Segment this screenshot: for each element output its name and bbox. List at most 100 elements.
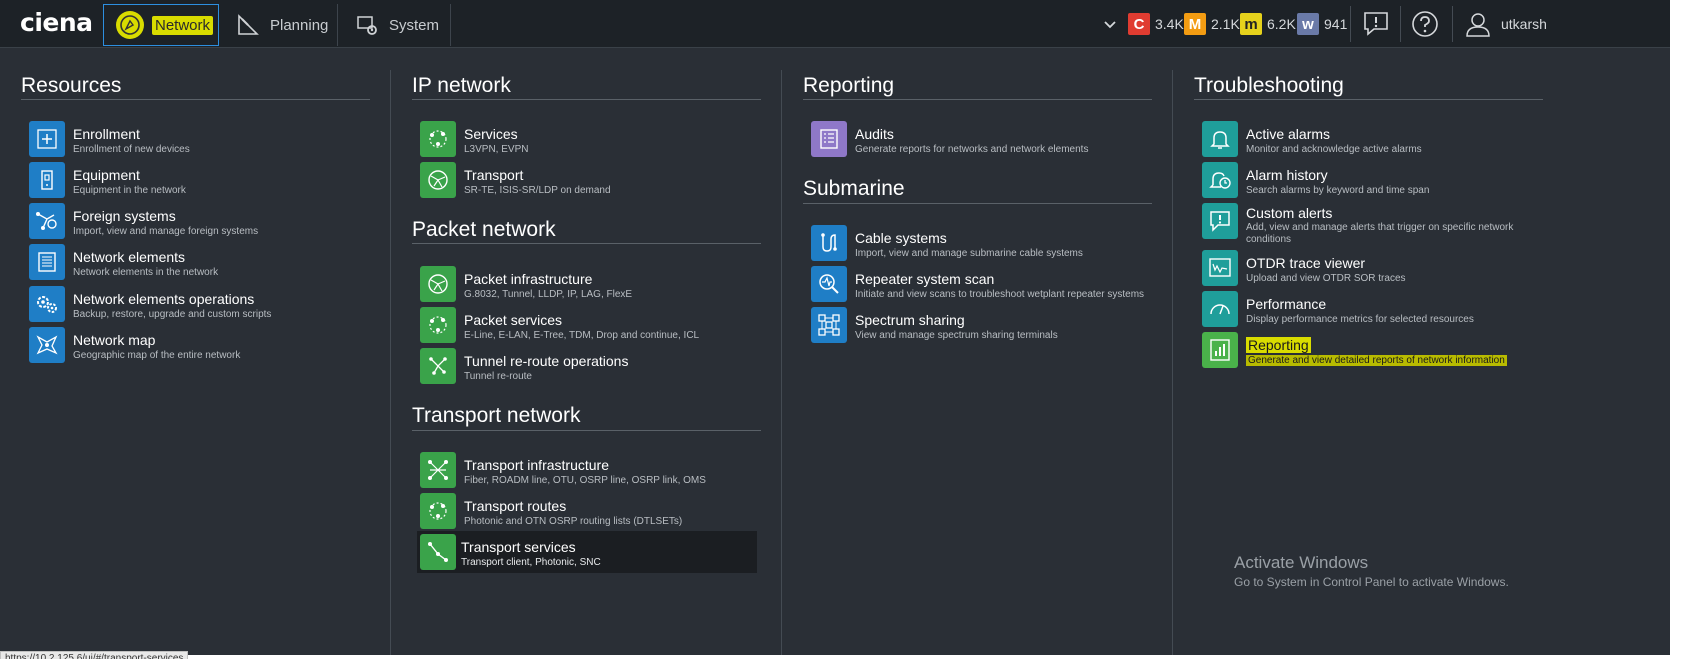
- menu-item-otdr-trace-viewer[interactable]: OTDR trace viewer Upload and view OTDR S…: [1202, 250, 1552, 290]
- tab-network[interactable]: Network: [103, 4, 219, 46]
- section-title-packet-network: Packet network: [412, 218, 556, 241]
- user-menu[interactable]: utkarsh: [1465, 0, 1547, 48]
- menu-item-ip-transport[interactable]: Transport SR-TE, ISIS-SR/LDP on demand: [420, 162, 770, 202]
- menu-item-cable-systems[interactable]: Cable systems Import, view and manage su…: [811, 225, 1161, 265]
- app-window: ciena Network Planning System C 3.4K M 2…: [0, 0, 1670, 655]
- user-name: utkarsh: [1501, 16, 1547, 32]
- section-title-submarine: Submarine: [803, 177, 905, 200]
- help-button[interactable]: [1411, 0, 1439, 48]
- menu-item-title: Cable systems: [855, 230, 947, 246]
- menu-item-title: Transport routes: [464, 498, 567, 514]
- status-url: https://10.2.125.6/ui/#/transport-servic…: [0, 651, 189, 659]
- scan-icon: [811, 266, 847, 302]
- tab-planning-label: Planning: [270, 16, 329, 34]
- user-icon: [1465, 11, 1491, 37]
- menu-item-title: OTDR trace viewer: [1246, 255, 1366, 271]
- menu-item-transport-infrastructure[interactable]: Transport infrastructure Fiber, ROADM li…: [420, 452, 770, 492]
- menu-item-title: Network map: [73, 332, 156, 348]
- minor-count: 6.2K: [1267, 16, 1296, 32]
- message-alert-icon: [1362, 10, 1390, 38]
- menu-item-subtitle: Fiber, ROADM line, OTU, OSRP line, OSRP …: [464, 475, 706, 486]
- menu-item-subtitle: L3VPN, EVPN: [464, 144, 529, 155]
- tab-network-label: Network: [152, 15, 214, 35]
- menu-item-title: Foreign systems: [73, 208, 176, 224]
- menu-item-network-map[interactable]: Network map Geographic map of the entire…: [29, 327, 379, 367]
- menu-item-title: Network elements operations: [73, 291, 255, 307]
- gears-icon: [29, 286, 65, 322]
- menu-item-subtitle: Add, view and manage alerts that trigger…: [1246, 222, 1514, 233]
- menu-item-custom-alerts[interactable]: Custom alerts Add, view and manage alert…: [1202, 203, 1552, 245]
- menu-item-subtitle: Monitor and acknowledge active alarms: [1246, 144, 1422, 155]
- minor-badge: m: [1240, 13, 1262, 35]
- menu-item-network-elements-operations[interactable]: Network elements operations Backup, rest…: [29, 286, 379, 326]
- notifications-button[interactable]: [1362, 0, 1390, 48]
- menu-item-enrollment[interactable]: Enrollment Enrollment of new devices: [29, 121, 379, 161]
- network-map-icon: [29, 327, 65, 363]
- menu-item-title: Alarm history: [1246, 167, 1328, 183]
- menu-item-subtitle: Photonic and OTN OSRP routing lists (DTL…: [464, 516, 683, 527]
- menu-item-troubleshooting-reporting[interactable]: Reporting Generate and view detailed rep…: [1202, 332, 1552, 372]
- menu-item-active-alarms[interactable]: Active alarms Monitor and acknowledge ac…: [1202, 121, 1552, 161]
- menu-item-title: Reporting: [1246, 337, 1311, 353]
- menu-item-title: Packet services: [464, 312, 563, 328]
- menu-item-transport-services[interactable]: Transport services Transport client, Pho…: [417, 531, 757, 573]
- menu-item-ip-services[interactable]: Services L3VPN, EVPN: [420, 121, 770, 161]
- services-icon: [420, 307, 456, 343]
- menu-item-alarm-history[interactable]: Alarm history Search alarms by keyword a…: [1202, 162, 1552, 202]
- section-title-ip-network: IP network: [412, 74, 511, 97]
- menu-item-subtitle: Initiate and view scans to troubleshoot …: [855, 289, 1145, 300]
- warning-badge: w: [1297, 13, 1319, 35]
- route-line-icon: [420, 534, 456, 570]
- menu-item-performance[interactable]: Performance Display performance metrics …: [1202, 291, 1552, 331]
- menu-item-transport-routes[interactable]: Transport routes Photonic and OTN OSRP r…: [420, 493, 770, 533]
- alarm-warning[interactable]: w 941: [1297, 0, 1347, 48]
- menu-item-packet-infrastructure[interactable]: Packet infrastructure G.8032, Tunnel, LL…: [420, 266, 770, 306]
- section-title-troubleshooting: Troubleshooting: [1194, 74, 1344, 97]
- menu-item-network-elements[interactable]: Network elements Network elements in the…: [29, 244, 379, 284]
- menu-item-tunnel-reroute[interactable]: Tunnel re-route operations Tunnel re-rou…: [420, 348, 770, 388]
- menu-item-subtitle: Backup, restore, upgrade and custom scri…: [73, 309, 272, 320]
- major-count: 2.1K: [1211, 16, 1240, 32]
- menu-item-title: Enrollment: [73, 126, 140, 142]
- audit-checklist-icon: [811, 121, 847, 157]
- menu-item-foreign-systems[interactable]: Foreign systems Import, view and manage …: [29, 203, 379, 243]
- globe-icon: [420, 266, 456, 302]
- activation-watermark-text: Go to System in Control Panel to activat…: [1234, 575, 1509, 589]
- alarm-critical[interactable]: C 3.4K: [1128, 0, 1184, 48]
- menu-item-subtitle: Network elements in the network: [73, 267, 219, 278]
- bell-icon: [1202, 121, 1238, 157]
- menu-item-title: Active alarms: [1246, 126, 1331, 142]
- menu-item-title: Audits: [855, 126, 894, 142]
- tab-planning[interactable]: Planning: [222, 4, 338, 46]
- menu-item-packet-services[interactable]: Packet services E-Line, E-LAN, E-Tree, T…: [420, 307, 770, 347]
- services-icon: [420, 493, 456, 529]
- menu-item-spectrum-sharing[interactable]: Spectrum sharing View and manage spectru…: [811, 307, 1161, 347]
- tab-system[interactable]: System: [341, 4, 451, 46]
- menu-item-repeater-system-scan[interactable]: Repeater system scan Initiate and view s…: [811, 266, 1161, 306]
- alarm-dropdown[interactable]: [1103, 0, 1117, 48]
- network-compass-icon: [116, 11, 144, 39]
- menu-item-title: Equipment: [73, 167, 140, 183]
- menu-item-audits[interactable]: Audits Generate reports for networks and…: [811, 121, 1161, 161]
- menu-item-equipment[interactable]: Equipment Equipment in the network: [29, 162, 379, 202]
- section-title-transport-network: Transport network: [412, 404, 581, 427]
- alarm-minor[interactable]: m 6.2K: [1240, 0, 1296, 48]
- menu-item-subtitle: Import, view and manage foreign systems: [73, 226, 259, 237]
- planning-icon: [234, 11, 262, 39]
- menu-item-subtitle: Generate and view detailed reports of ne…: [1246, 355, 1507, 366]
- otdr-icon: [1202, 250, 1238, 286]
- plus-icon: [29, 121, 65, 157]
- critical-badge: C: [1128, 13, 1150, 35]
- alarm-major[interactable]: M 2.1K: [1184, 0, 1240, 48]
- services-icon: [420, 121, 456, 157]
- foreign-systems-icon: [29, 203, 65, 239]
- menu-item-title: Transport services: [461, 539, 576, 555]
- menu-item-subtitle: SR-TE, ISIS-SR/LDP on demand: [464, 185, 611, 196]
- gauge-icon: [1202, 291, 1238, 327]
- device-icon: [29, 162, 65, 198]
- reroute-icon: [420, 348, 456, 384]
- tab-system-label: System: [389, 16, 440, 34]
- menu-item-title: Performance: [1246, 296, 1327, 312]
- cable-icon: [811, 225, 847, 261]
- ciena-logo: ciena: [20, 8, 93, 37]
